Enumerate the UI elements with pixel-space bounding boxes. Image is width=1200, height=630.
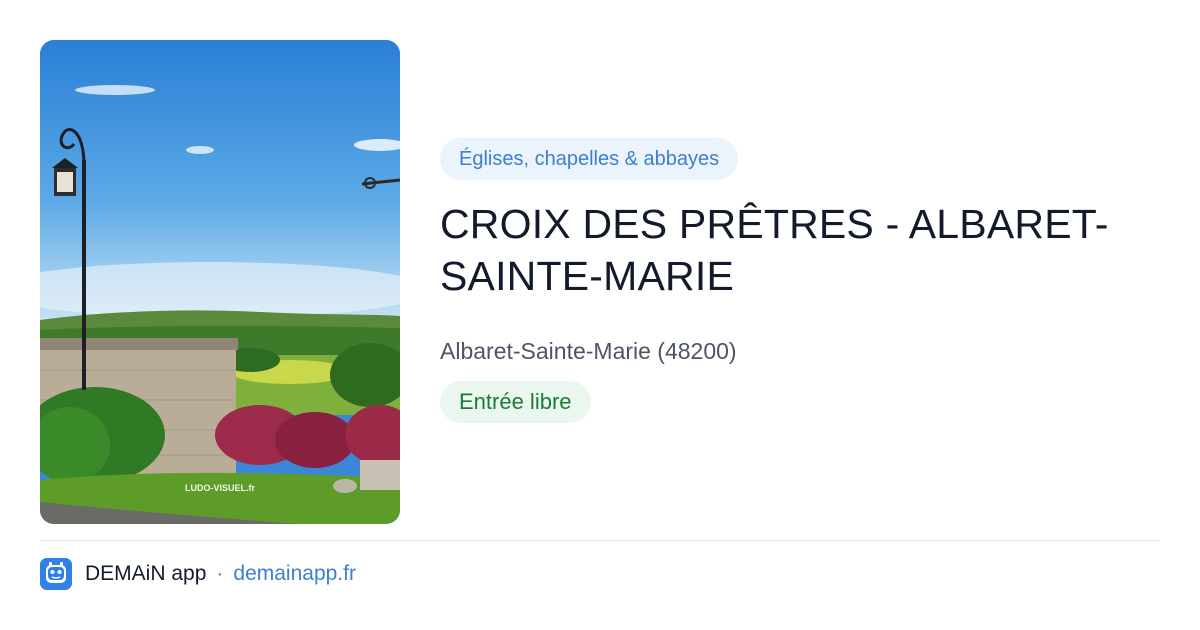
place-title[interactable]: CROIX DES PRÊTRES - ALBARET-SAINTE-MARIE [440, 198, 1140, 302]
category-chip[interactable]: Églises, chapelles & abbayes [440, 138, 739, 180]
footer-divider [40, 540, 1160, 541]
place-info: Églises, chapelles & abbayes CROIX DES P… [440, 138, 1160, 423]
footer: DEMAiN app · demainapp.fr [40, 558, 356, 590]
app-website-link[interactable]: demainapp.fr [233, 562, 356, 586]
place-location: Albaret-Sainte-Marie (48200) [440, 338, 737, 364]
app-name: DEMAiN app [85, 562, 207, 585]
access-badge: Entrée libre [440, 381, 591, 423]
place-photo[interactable]: LUDO-VISUEL.fr [40, 40, 400, 524]
photo-watermark: LUDO-VISUEL.fr [185, 483, 255, 493]
footer-separator: · [216, 562, 224, 585]
demain-app-icon[interactable] [40, 558, 72, 590]
